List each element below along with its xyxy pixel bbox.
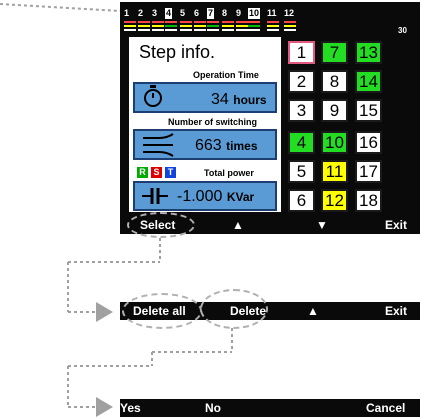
step-stripe [165,21,177,23]
capacitor-icon [142,188,168,204]
step-stripe [222,29,234,31]
page-title: Step info. [139,42,216,62]
step-stripe [284,25,296,27]
cancel-button[interactable]: Cancel [366,399,405,417]
step-stripe [165,29,177,31]
up-arrow-button[interactable]: ▲ [307,302,319,320]
step-cell-15[interactable]: 15 [355,99,382,122]
step-stripe [138,21,150,23]
step-indicator-2: 2 [138,8,144,18]
step-stripe [124,29,136,31]
yes-button[interactable]: Yes [120,399,141,417]
phase-t-badge: T [165,167,176,178]
step-cell-18[interactable]: 18 [355,189,382,212]
switching-count-number: 663 [195,137,222,154]
step-cell-1[interactable]: 1 [288,41,315,64]
down-arrow-button[interactable]: ▼ [316,216,328,234]
step-stripe [236,29,248,31]
step-indicator-6: 6 [194,8,200,18]
step-cell-12[interactable]: 12 [321,189,348,212]
softkey-bar-confirm: Yes No Cancel [120,399,420,417]
step-cell-16[interactable]: 16 [355,131,382,154]
step-cell-13[interactable]: 13 [355,41,382,64]
exit-button[interactable]: Exit [385,302,407,320]
switching-count-unit: times [226,139,258,153]
step-indicator-7: 7 [207,8,215,19]
switching-wave-icon [143,133,174,157]
total-power-value: -1.000 KVar [177,188,254,206]
up-arrow-button[interactable]: ▲ [232,216,244,234]
step-stripe [267,25,279,27]
step-stripe [267,29,279,31]
step-stripe [207,25,219,27]
step-cell-4[interactable]: 4 [288,131,315,154]
step-stripe [248,29,260,31]
step-cell-17[interactable]: 17 [355,160,382,183]
step-indicator-1: 1 [124,8,130,18]
total-power-unit: KVar [226,190,255,204]
step-stripe [138,25,150,27]
step-cell-10[interactable]: 10 [321,131,348,154]
step-stripe [267,21,279,23]
operation-time-unit: hours [233,93,267,107]
step-cell-3[interactable]: 3 [288,99,315,122]
step-stripe [124,21,136,23]
step-stripe [248,21,260,23]
stopwatch-icon [144,85,162,107]
step-cell-14[interactable]: 14 [355,70,382,93]
delete-all-highlight-ellipse [122,293,202,329]
step-stripe [284,29,296,31]
step-stripe [124,25,136,27]
step-indicator-3: 3 [152,8,158,18]
switching-count-label: Number of switching [168,117,258,127]
step-stripe [152,29,164,31]
step-stripe [180,21,192,23]
step-cell-6[interactable]: 6 [288,189,315,212]
phase-s-badge: S [151,167,162,178]
step-stripe [207,21,219,23]
step-indicator-9: 9 [236,8,242,18]
total-power-label: Total power [204,168,254,178]
step-indicator-10: 10 [248,8,261,19]
exit-button[interactable]: Exit [385,216,407,234]
step-stripe [194,25,206,27]
step-indicator-5: 5 [180,8,186,18]
select-highlight-ellipse [127,212,195,238]
step-stripe [222,21,234,23]
step-cell-7[interactable]: 7 [321,41,348,64]
operation-time-value: 34 hours [211,91,267,109]
step-stripe [152,21,164,23]
step-stripe [138,29,150,31]
step-stripe [180,25,192,27]
step-cell-2[interactable]: 2 [288,70,315,93]
phase-r-badge: R [137,167,148,178]
step-stripe [152,25,164,27]
step-stripe [222,25,234,27]
delete-highlight-ellipse [200,289,268,329]
step-stripe [165,25,177,27]
operation-time-number: 34 [211,91,229,108]
step-cell-8[interactable]: 8 [321,70,348,93]
operation-time-label: Operation Time [193,70,259,80]
step-stripe [180,29,192,31]
step-cell-5[interactable]: 5 [288,160,315,183]
step-indicator-12: 12 [284,8,295,18]
page-number: 30 [398,26,407,35]
switching-count-value: 663 times [195,137,258,155]
step-indicator-11: 11 [267,8,277,18]
step-cell-11[interactable]: 11 [321,160,348,183]
no-button[interactable]: No [205,399,221,417]
step-stripe [207,29,219,31]
total-power-number: -1.000 [177,188,223,205]
step-indicator-8: 8 [222,8,228,18]
step-stripe [236,21,248,23]
step-stripe [284,21,296,23]
step-stripe [236,25,248,27]
step-stripe [194,29,206,31]
step-indicator-4: 4 [165,8,173,19]
step-cell-9[interactable]: 9 [321,99,348,122]
step-status-bar: 1 2 3 4 5 6 7 8 9 10 11 12 30 [124,6,416,36]
step-stripe [194,21,206,23]
step-stripe [248,25,260,27]
